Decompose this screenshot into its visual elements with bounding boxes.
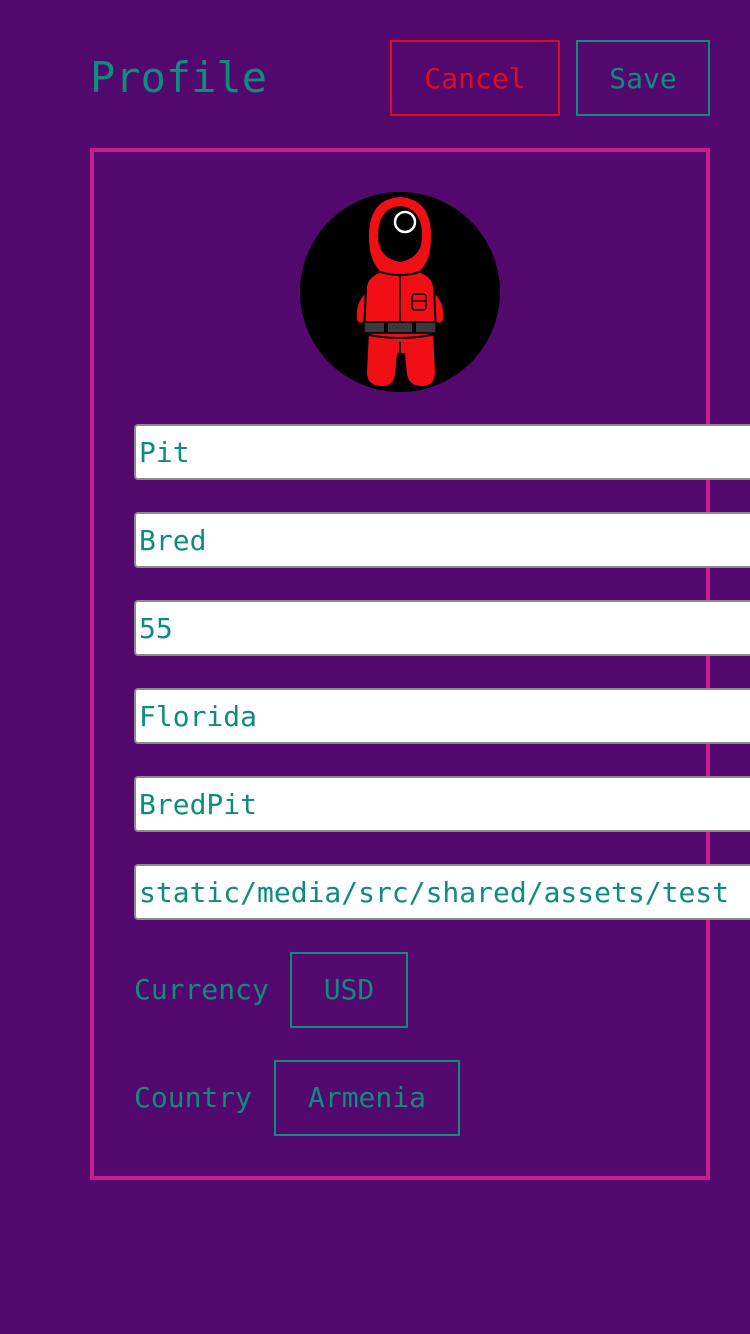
cancel-button[interactable]: Cancel — [390, 40, 560, 116]
currency-select[interactable]: USD — [290, 952, 408, 1028]
page-title: Profile — [90, 53, 268, 102]
location-field[interactable] — [134, 688, 750, 744]
country-select[interactable]: Armenia — [274, 1060, 460, 1136]
avatar[interactable] — [300, 192, 500, 392]
first-name-field[interactable] — [134, 424, 750, 480]
username-field[interactable] — [134, 776, 750, 832]
last-name-field[interactable] — [134, 512, 750, 568]
age-field[interactable] — [134, 600, 750, 656]
save-button[interactable]: Save — [576, 40, 710, 116]
squid-guard-avatar-icon — [300, 192, 500, 392]
country-label: Country — [134, 1081, 253, 1114]
avatar-path-field[interactable] — [134, 864, 750, 920]
currency-label: Currency — [134, 973, 269, 1006]
